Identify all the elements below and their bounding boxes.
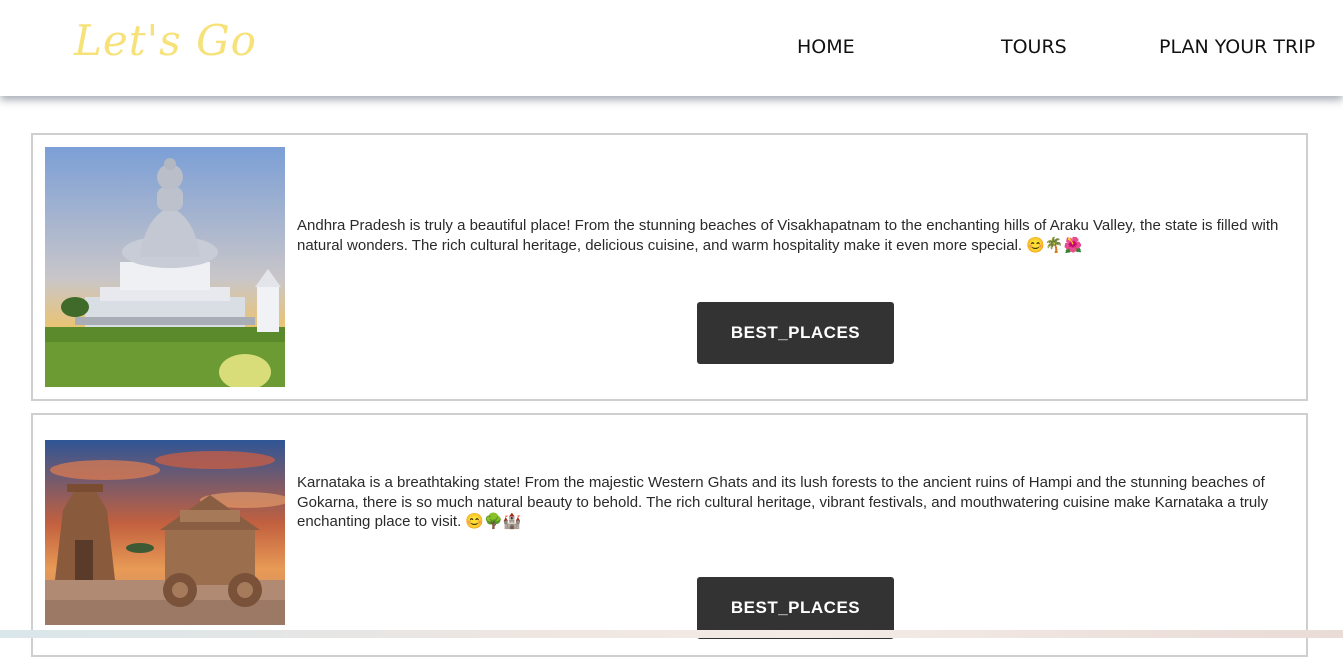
nav-tours-link[interactable]: TOURS: [1001, 36, 1067, 58]
destination-description: Andhra Pradesh is truly a beautiful plac…: [297, 217, 1279, 254]
site-logo[interactable]: Let's Go: [74, 16, 257, 65]
destination-card-karnataka: Karnataka is a breathtaking state! From …: [31, 413, 1308, 657]
buddha-statue-image: [45, 147, 285, 387]
best-places-button[interactable]: BEST_PLACES: [697, 302, 894, 364]
nav-home-link[interactable]: HOME: [797, 36, 855, 58]
site-header: Let's Go HOME TOURS PLAN YOUR TRIP: [0, 0, 1343, 96]
bottom-image-strip: [0, 630, 1343, 638]
hampi-temple-image: [45, 440, 285, 625]
destination-description: Karnataka is a breathtaking state! From …: [297, 474, 1269, 530]
destination-card-andhra-pradesh: Andhra Pradesh is truly a beautiful plac…: [31, 133, 1308, 401]
nav-plan-your-trip-link[interactable]: PLAN YOUR TRIP: [1159, 36, 1315, 58]
